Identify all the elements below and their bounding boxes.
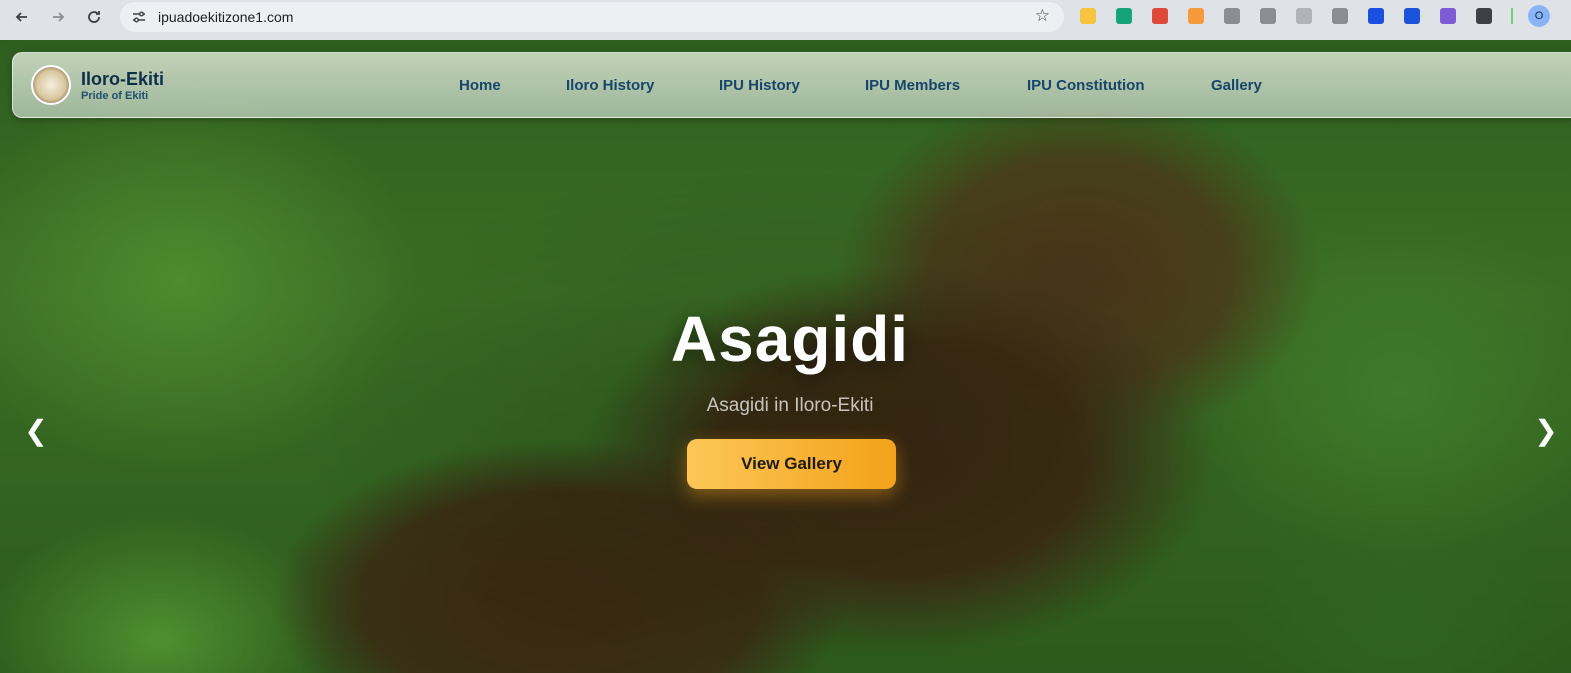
hero-slider: Iloro-Ekiti Pride of Ekiti Home Iloro Hi…	[0, 40, 1571, 673]
grammarly-extension-icon[interactable]	[1112, 4, 1136, 28]
site-logo[interactable]	[31, 65, 71, 105]
profile-avatar[interactable]: O	[1528, 5, 1550, 27]
blue-cursor-glyph-icon	[1368, 8, 1384, 24]
megaphone-glyph-icon	[1152, 8, 1168, 24]
nav-ipu-members[interactable]: IPU Members	[865, 77, 960, 94]
lock-diamond-glyph-icon	[1440, 8, 1456, 24]
sticky-note-glyph-icon	[1080, 8, 1096, 24]
address-bar[interactable]: ipuadoekitizone1.com ☆	[120, 2, 1064, 32]
toolbar-divider	[1511, 8, 1513, 24]
shield-extension-icon[interactable]	[1328, 4, 1352, 28]
nav-gallery[interactable]: Gallery	[1211, 77, 1262, 94]
next-slide-icon[interactable]: ❯	[1534, 414, 1558, 447]
nav-home[interactable]: Home	[459, 77, 501, 94]
site-header: Iloro-Ekiti Pride of Ekiti Home Iloro Hi…	[12, 52, 1571, 118]
tune-icon	[133, 11, 145, 23]
orange-box-extension-icon[interactable]	[1184, 4, 1208, 28]
nav-ipu-history[interactable]: IPU History	[719, 77, 800, 94]
lock-diamond-extension-icon[interactable]	[1436, 4, 1460, 28]
puzzle-glyph-icon	[1476, 8, 1492, 24]
chat-glyph-icon	[1260, 8, 1276, 24]
brand-tagline: Pride of Ekiti	[81, 90, 149, 102]
brand-name[interactable]: Iloro-Ekiti	[81, 69, 164, 90]
reload-button[interactable]	[80, 3, 108, 31]
extensions-row	[1076, 4, 1508, 28]
forward-button[interactable]	[44, 3, 72, 31]
orange-box-glyph-icon	[1188, 8, 1204, 24]
site-info-button[interactable]	[128, 6, 150, 28]
megaphone-extension-icon[interactable]	[1148, 4, 1172, 28]
browser-toolbar: ipuadoekitizone1.com ☆ O	[0, 0, 1571, 40]
slide-subtitle: Asagidi in Iloro-Ekiti	[706, 395, 874, 416]
arrow-right-icon	[53, 12, 65, 22]
compass-extension-icon[interactable]	[1292, 4, 1316, 28]
sticky-note-extension-icon[interactable]	[1076, 4, 1100, 28]
nav-ipu-constitution[interactable]: IPU Constitution	[1027, 77, 1144, 94]
bookmark-star-icon[interactable]: ☆	[1035, 6, 1050, 26]
nav-iloro-history[interactable]: Iloro History	[566, 77, 654, 94]
arrow-left-icon	[15, 12, 27, 22]
grammarly-glyph-icon	[1116, 8, 1132, 24]
prev-slide-icon[interactable]: ❮	[24, 414, 48, 447]
reload-icon	[88, 11, 100, 23]
shield-glyph-icon	[1332, 8, 1348, 24]
camera-extension-icon[interactable]	[1220, 4, 1244, 28]
compass-glyph-icon	[1296, 8, 1312, 24]
back-button[interactable]	[8, 3, 36, 31]
blue-cursor-extension-icon[interactable]	[1364, 4, 1388, 28]
url-text[interactable]: ipuadoekitizone1.com	[158, 9, 293, 25]
blue-shield-glyph-icon	[1404, 8, 1420, 24]
view-gallery-button[interactable]: View Gallery	[687, 439, 896, 489]
slide-title: Asagidi	[670, 303, 910, 375]
camera-glyph-icon	[1224, 8, 1240, 24]
blue-shield-extension-icon[interactable]	[1400, 4, 1424, 28]
puzzle-extension-icon[interactable]	[1472, 4, 1496, 28]
chat-extension-icon[interactable]	[1256, 4, 1280, 28]
